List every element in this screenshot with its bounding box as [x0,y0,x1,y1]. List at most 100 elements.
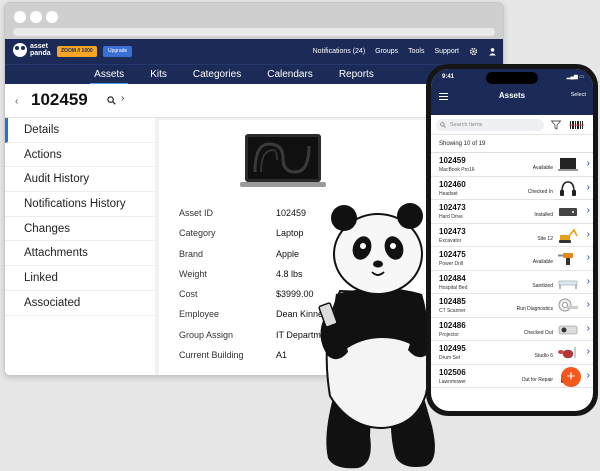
item-id: 102460 [439,179,466,189]
phone-clock: 9:41 [442,74,455,80]
drum-set-thumbnail-icon [558,347,576,359]
item-id: 102473 [439,226,466,236]
menu-notifications-history[interactable]: Notifications History [5,192,155,217]
item-id: 102485 [439,297,466,306]
browser-chrome [5,3,503,39]
item-id: 102459 [439,156,466,165]
menu-audit-history[interactable]: Audit History [5,167,155,193]
menu-changes[interactable]: Changes [5,217,155,242]
field-value: A1 [276,350,288,361]
phone-header: 9:41 ▂▄▆ ▭ Assets Select [431,69,593,115]
phone-search-row: Search Items [431,115,593,135]
list-item[interactable]: 102486 Projector Checked Out › [431,318,593,341]
list-item[interactable]: 102460 Headset Checked In › [431,177,593,200]
chevron-right-icon: › [586,158,590,169]
address-bar[interactable] [13,28,495,36]
select-button[interactable]: Select [571,92,586,98]
menu-attachments[interactable]: Attachments [5,241,155,267]
window-close-dot[interactable] [14,11,26,23]
list-item[interactable]: 102473 Excavator Site 12 › [431,224,593,247]
nav-support[interactable]: Support [434,48,459,55]
item-id: 102486 [439,320,466,330]
tab-categories[interactable]: Categories [193,65,241,85]
field-label: Weight [179,268,207,279]
menu-actions[interactable]: Actions [5,143,155,168]
item-status: Run Diagnostics [516,306,553,312]
field-label: Employee [179,309,220,320]
item-name: CT Scanner [439,308,466,314]
item-status: Site 12 [537,235,553,242]
nav-notifications[interactable]: Notifications (24) [313,48,366,55]
menu-associated[interactable]: Associated [5,291,155,316]
window-minimize-dot[interactable] [30,11,42,23]
signal-battery-icon: ▂▄▆ ▭ [566,74,584,80]
nav-groups[interactable]: Groups [375,48,398,55]
hospital-bed-thumbnail-icon [558,280,578,289]
asset-title: 102459 [31,90,88,109]
user-icon[interactable] [488,47,497,56]
search-icon[interactable] [107,96,116,105]
item-status: Sanitized [532,282,553,289]
tab-assets[interactable]: Assets [90,65,129,85]
laptop-thumbnail-icon [558,158,578,171]
field-value: 4.8 lbs [276,268,303,279]
tab-calendars[interactable]: Calendars [267,65,313,85]
chevron-left-icon[interactable]: ‹ [15,96,18,107]
menu-linked[interactable]: Linked [5,266,155,291]
panda-logo-icon [13,43,27,57]
chevron-right-icon: › [586,228,590,240]
item-status: Installed [534,212,553,218]
chevron-right-icon: › [586,322,590,334]
add-asset-button[interactable]: + [561,367,581,387]
item-id: 102473 [439,203,466,212]
promo-badge[interactable]: ZOOM // 1000 [57,46,97,57]
item-status: Checked Out [523,329,553,336]
item-id: 102495 [439,344,466,353]
list-item[interactable]: 102495 Drum Set Studio 6 › [431,341,593,365]
list-item[interactable]: 102475 Power Drill Available › [431,247,593,271]
item-name: Hospital Bed [439,284,468,291]
laptop-image [240,134,326,187]
tab-kits[interactable]: Kits [150,65,167,85]
phone-asset-list: 102459 MacBook Pro16 Available › 102460 … [431,153,593,388]
list-item[interactable]: 102485 CT Scanner Run Diagnostics › [431,294,593,318]
showing-count: Showing 10 of 19 [431,135,593,153]
top-nav: Notifications (24) Groups Tools Support [313,39,497,64]
barcode-scan-icon[interactable] [569,119,584,131]
asset-side-menu: Details Actions Audit History Notificati… [5,118,155,375]
tab-reports[interactable]: Reports [339,65,374,85]
item-name: Hard Drive [439,214,463,220]
item-status: Checked In [527,188,553,195]
nav-tools[interactable]: Tools [408,48,424,55]
chevron-right-icon: › [586,369,590,381]
drill-thumbnail-icon [558,253,573,265]
field-value: Apple [276,248,300,259]
field-label: Brand [179,248,204,259]
gear-icon[interactable] [469,47,478,56]
chevron-right-icon[interactable]: › [121,93,124,104]
asset-panda-logo[interactable]: asset panda [13,43,52,57]
phone-device: 9:41 ▂▄▆ ▭ Assets Select Search Items Sh… [426,64,598,416]
item-name: Drum Set [439,355,461,361]
item-name: Headset [439,190,458,197]
list-item[interactable]: 102473 Hard Drive Installed › [431,200,593,224]
window-maximize-dot[interactable] [46,11,58,23]
list-item[interactable]: 102484 Hospital Bed Sanitized › [431,271,593,294]
phone-screen: 9:41 ▂▄▆ ▭ Assets Select Search Items Sh… [431,69,593,411]
hard-drive-thumbnail-icon [559,208,577,216]
list-item[interactable]: 102459 MacBook Pro16 Available › [431,153,593,177]
menu-details[interactable]: Details [5,118,155,143]
upgrade-button[interactable]: Upgrade [103,46,133,57]
search-placeholder: Search Items [450,122,483,128]
item-status: Out for Repair [521,376,553,383]
dynamic-island [486,72,538,84]
search-icon [440,122,446,128]
phone-search-input[interactable]: Search Items [436,119,544,131]
chevron-right-icon: › [586,252,590,263]
chevron-right-icon: › [586,346,590,357]
item-name: Lawnmower [439,378,466,385]
filter-icon[interactable] [551,120,561,130]
phone-title: Assets [498,91,526,100]
projector-thumbnail-icon [558,325,578,334]
item-status: Available [532,165,553,171]
